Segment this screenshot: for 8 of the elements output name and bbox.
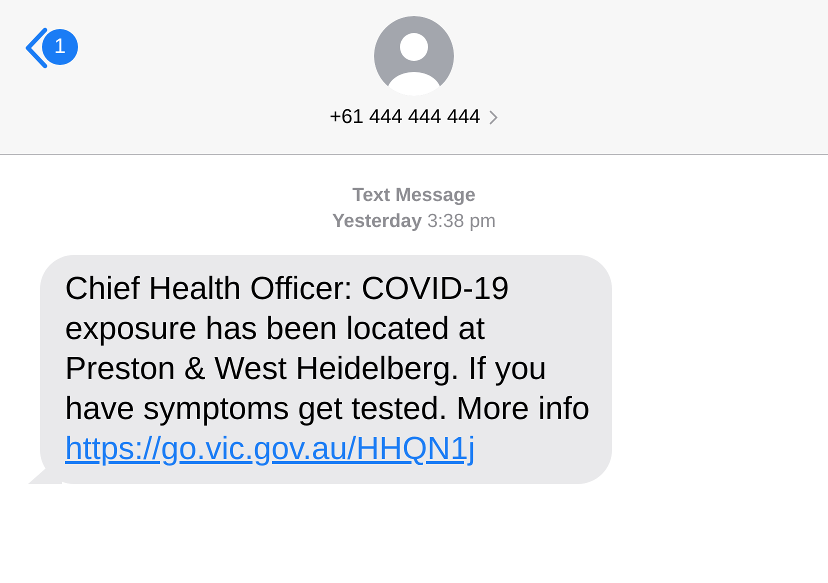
message-text: Chief Health Officer: COVID-19 exposure has been located at Preston & West Heidelberg. If you have symptoms get tested. More info https://go.vic.gov.au/HHQN1j bbox=[65, 269, 590, 468]
service-label: Text Message bbox=[351, 184, 477, 208]
avatar-icon[interactable] bbox=[374, 16, 454, 96]
timestamp: Yesterday 3:38 pm bbox=[331, 210, 497, 234]
unread-badge: 1 bbox=[42, 29, 78, 65]
chevron-right-icon[interactable] bbox=[489, 110, 498, 125]
back-icon[interactable] bbox=[24, 27, 48, 69]
contact-name[interactable]: +61 444 444 444 bbox=[330, 106, 480, 129]
